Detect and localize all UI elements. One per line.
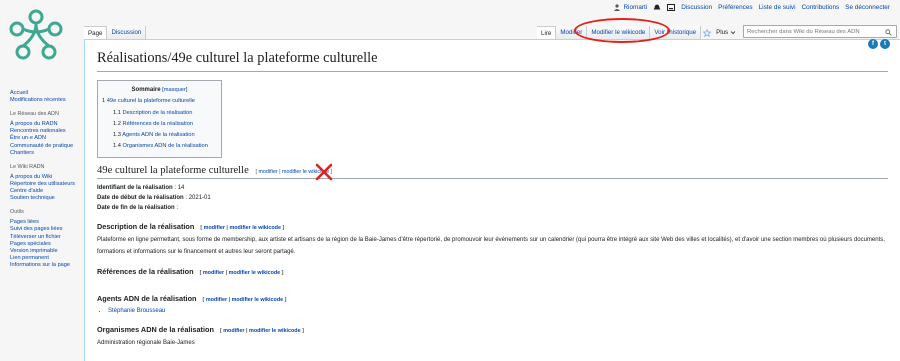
share-buttons: f t <box>868 39 890 49</box>
sidebar-item-related-changes[interactable]: Suivi des pages liées <box>10 226 84 233</box>
namespace-tabs: Page Discussion <box>84 26 147 39</box>
watchlist-link[interactable]: Liste de suivi <box>759 4 796 11</box>
sidebar-item-support[interactable]: Soutien technique <box>10 195 84 202</box>
sidebar-item-permalink[interactable]: Lien permanent <box>10 255 84 262</box>
facebook-icon[interactable]: f <box>868 39 878 49</box>
personal-tools: Riomarti Discussion Préférences Liste de… <box>613 4 890 11</box>
user-icon <box>614 4 621 11</box>
sidebar-item-upload[interactable]: Téléverser un fichier <box>10 234 84 241</box>
contributions-link[interactable]: Contributions <box>802 4 840 11</box>
table-of-contents: Sommaire [masquer] 1 49e culturel la pla… <box>97 80 222 158</box>
chevron-down-icon <box>730 31 736 35</box>
sidebar: Accueil Modifications récentes Le Réseau… <box>10 90 84 276</box>
sidebar-tools: Outils Pages liées Suivi des pages liées… <box>10 209 84 269</box>
field-end-date: Date de fin de la réalisation : <box>97 205 179 212</box>
more-menu[interactable]: Plus <box>712 26 740 39</box>
section-heading-main-text: 49e culturel la plateforme culturelle <box>97 164 249 176</box>
agents-heading: Agents ADN de la réalisation [ modifier … <box>97 294 287 304</box>
toc-item-1-3[interactable]: 1.3 Agents ADN de la réalisation <box>102 130 217 141</box>
sidebar-wiki: Le Wiki RADN À propos du Wiki Répertoire… <box>10 164 84 202</box>
twitter-icon[interactable]: t <box>880 39 890 49</box>
description-heading: Description de la réalisation [ modifier… <box>97 222 285 232</box>
description-text: Plateforme en ligne permettant, sous for… <box>97 237 885 256</box>
orgs-edit-source-link[interactable]: modifier le wikicode <box>249 328 301 334</box>
references-edit-link[interactable]: modifier <box>203 270 224 276</box>
toc-header: Sommaire [masquer] <box>102 85 217 96</box>
page-title: Réalisations/49e culturel la plateforme … <box>97 50 888 72</box>
notices-tray-icon[interactable] <box>667 4 676 11</box>
toc-item-1[interactable]: 1 49e culturel la plateforme culturelle <box>102 96 217 107</box>
sidebar-item-printable[interactable]: Version imprimable <box>10 248 84 255</box>
field-start-date: Date de début de la réalisation : 2021-0… <box>97 194 211 201</box>
references-heading: Références de la réalisation [ modifier … <box>97 267 284 277</box>
user-link[interactable]: Riomarti <box>613 4 647 11</box>
sidebar-item-user-directory[interactable]: Répertoire des utilisateurs <box>10 181 84 188</box>
orgs-edit-link[interactable]: modifier <box>223 328 244 334</box>
tab-read[interactable]: Lire <box>537 26 557 39</box>
field-id: Identifiant de la réalisation : 14 <box>97 184 185 191</box>
more-label: Plus <box>716 29 729 36</box>
sidebar-item-special-pages[interactable]: Pages spéciales <box>10 241 84 248</box>
agents-edit-source-link[interactable]: modifier le wikicode <box>232 297 284 303</box>
wiki-window: Riomarti Discussion Préférences Liste de… <box>0 0 900 361</box>
toc-item-1-2[interactable]: 1.2 Références de la réalisation <box>102 119 217 130</box>
sidebar-item-whatlinkshere[interactable]: Pages liées <box>10 219 84 226</box>
orgs-heading: Organismes ADN de la réalisation [ modif… <box>97 325 304 335</box>
search-placeholder: Rechercher dans Wiki du Réseau des ADN <box>747 29 860 35</box>
content-area: Réalisations/49e culturel la plateforme … <box>84 39 900 361</box>
logout-link[interactable]: Se déconnecter <box>845 4 890 11</box>
toc-toggle[interactable]: [masquer] <box>162 87 187 93</box>
list-item: Stéphanie Brousseau <box>108 306 888 316</box>
annotation-ellipse <box>574 18 670 43</box>
toc-item-1-1[interactable]: 1.1 Description de la réalisation <box>102 108 217 119</box>
sidebar-navigation: Accueil Modifications récentes <box>10 90 84 104</box>
description-edit-source-link[interactable]: modifier le wikicode <box>229 225 281 231</box>
sidebar-item-page-info[interactable]: Informations sur la page <box>10 262 84 269</box>
sidebar-reseau: Le Réseau des ADN À propos du RADN Renco… <box>10 111 84 157</box>
sidebar-header-tools: Outils <box>10 209 24 216</box>
sidebar-header-reseau: Le Réseau des ADN <box>10 111 59 118</box>
site-logo[interactable] <box>8 8 64 64</box>
section-edit-link[interactable]: modifier <box>258 169 277 175</box>
sidebar-header-wiki: Le Wiki RADN <box>10 163 45 170</box>
agent-link[interactable]: Stéphanie Brousseau <box>108 308 165 314</box>
orgs-text: Administration régionale Baie-James <box>97 340 195 347</box>
orgs-edit-links: [ modifier | modifier le wikicode ] <box>219 328 304 335</box>
agents-edit-link[interactable]: modifier <box>206 297 227 303</box>
sidebar-item-etre-adn[interactable]: Être un·e ADN <box>10 135 84 142</box>
toc-title: Sommaire <box>131 87 161 93</box>
sidebar-item-help[interactable]: Centre d'aide <box>10 188 84 195</box>
search-icon[interactable] <box>885 29 892 36</box>
watch-star-icon[interactable] <box>701 26 712 39</box>
tab-discussion[interactable]: Discussion <box>107 26 147 39</box>
toc-item-1-4[interactable]: 1.4 Organismes ADN de la réalisation <box>102 141 217 152</box>
section-heading-main: 49e culturel la plateforme culturelle [ … <box>97 165 888 179</box>
search-input[interactable]: Rechercher dans Wiki du Réseau des ADN <box>743 25 897 38</box>
user-talk-link[interactable]: Discussion <box>681 4 712 11</box>
description-edit-link[interactable]: modifier <box>204 225 225 231</box>
description-edit-links: [ modifier | modifier le wikicode ] <box>200 225 285 232</box>
references-edit-links: [ modifier | modifier le wikicode ] <box>199 270 284 277</box>
sidebar-item-about-radn[interactable]: À propos du RADN <box>10 121 84 128</box>
preferences-link[interactable]: Préférences <box>718 4 752 11</box>
notifications-bell-icon[interactable] <box>653 4 661 11</box>
sidebar-item-about-wiki[interactable]: À propos du Wiki <box>10 174 84 181</box>
sidebar-item-home[interactable]: Accueil <box>10 90 84 97</box>
agents-list: Stéphanie Brousseau <box>108 306 888 316</box>
sidebar-item-recent-changes[interactable]: Modifications récentes <box>10 97 84 104</box>
sidebar-item-communaute[interactable]: Communauté de pratique <box>10 143 84 150</box>
sidebar-item-chantiers[interactable]: Chantiers <box>10 150 84 157</box>
tab-page[interactable]: Page <box>84 26 108 39</box>
references-edit-source-link[interactable]: modifier le wikicode <box>229 270 281 276</box>
annotation-cross-icon <box>315 163 333 181</box>
agents-edit-links: [ modifier | modifier le wikicode ] <box>202 297 287 304</box>
